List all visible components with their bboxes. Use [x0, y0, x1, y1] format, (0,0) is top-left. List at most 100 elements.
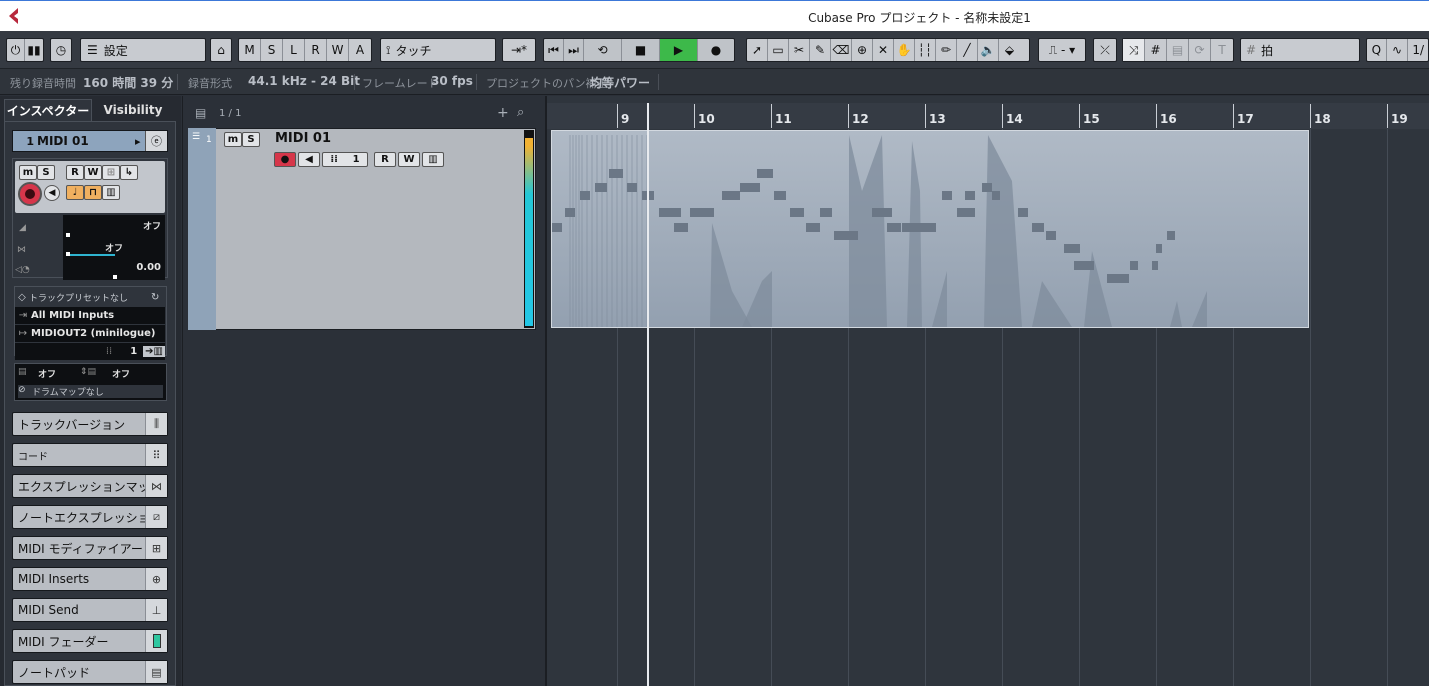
- bank-select[interactable]: ▤ オフ: [18, 367, 88, 380]
- section-notepad[interactable]: ノートパッド ▤: [12, 660, 168, 684]
- volume-handle[interactable]: [66, 233, 70, 237]
- grid-type-select[interactable]: # 拍: [1240, 38, 1360, 62]
- mute-button[interactable]: m: [19, 165, 37, 180]
- glue-tool[interactable]: ✎: [810, 39, 831, 61]
- section-midi-inserts[interactable]: MIDI Inserts ⊕: [12, 567, 168, 591]
- quantize-preset-select[interactable]: 1/: [1408, 39, 1428, 61]
- rec-format-value[interactable]: 44.1 kHz - 24 Bit: [248, 74, 360, 88]
- delay-handle[interactable]: [113, 275, 117, 279]
- activate-project-button[interactable]: ⏻ ▮▮: [6, 38, 44, 62]
- track-channel-select[interactable]: ⁞⁞ 1: [322, 152, 368, 167]
- lock-icon[interactable]: ⊓: [84, 185, 102, 200]
- read-button[interactable]: R: [305, 39, 327, 61]
- note-icon[interactable]: ♩: [66, 185, 84, 200]
- midi-part[interactable]: [551, 130, 1309, 328]
- midi-channel-select[interactable]: ⁞⁞ 1 ➔▥: [15, 343, 165, 360]
- track-color-strip[interactable]: ☰ 1: [188, 128, 216, 330]
- route-icon[interactable]: ↳: [120, 165, 138, 180]
- a-button[interactable]: A: [349, 39, 371, 61]
- program-select[interactable]: ⇕▤ オフ: [80, 367, 164, 380]
- track-mute-button[interactable]: m: [224, 132, 242, 147]
- delay-value[interactable]: 0.00: [67, 262, 161, 273]
- stop-button[interactable]: ■: [622, 39, 660, 61]
- track-solo-button[interactable]: S: [242, 132, 260, 147]
- nudge-select[interactable]: ⎍ - ▾: [1038, 38, 1086, 62]
- mute-tool[interactable]: ✕: [873, 39, 894, 61]
- write-button[interactable]: W: [327, 39, 349, 61]
- grid-toggle[interactable]: #: [1145, 39, 1167, 61]
- pan-handle[interactable]: [66, 252, 70, 256]
- section-note-expression[interactable]: ノートエクスプレッション⧄: [12, 505, 168, 529]
- events-toggle[interactable]: ▤: [1167, 39, 1189, 61]
- color-tool[interactable]: ⬙: [999, 39, 1020, 61]
- automation-mode-select[interactable]: ⟟ タッチ: [380, 38, 496, 62]
- pan-value[interactable]: オフ: [67, 241, 161, 254]
- track-list-menu-icon[interactable]: ▤: [195, 106, 206, 120]
- section-chords[interactable]: コード ⠿: [12, 443, 168, 467]
- keyboard-icon[interactable]: ➔▥: [143, 346, 165, 357]
- timewarp-tool[interactable]: ┆┆: [915, 39, 936, 61]
- pan-law-value[interactable]: 均等パワー: [590, 74, 650, 91]
- constrain-delay-button[interactable]: ◷: [50, 38, 72, 62]
- solo-all-button[interactable]: S: [261, 39, 283, 61]
- read-automation-button[interactable]: R: [66, 165, 84, 180]
- track-read-button[interactable]: R: [374, 152, 396, 167]
- mute-all-button[interactable]: M: [239, 39, 261, 61]
- track-write-button[interactable]: W: [398, 152, 420, 167]
- section-midi-send[interactable]: MIDI Send ⊥: [12, 598, 168, 622]
- output-routing-select[interactable]: ↦ MIDIOUT2 (minilogue): [15, 325, 165, 342]
- drum-map-select[interactable]: ⊘ ドラムマップなし: [18, 385, 163, 398]
- auto-scroll-toggle[interactable]: ⤫: [1093, 38, 1117, 62]
- section-midi-fader[interactable]: MIDI フェーダー: [12, 629, 168, 653]
- tab-visibility[interactable]: Visibility: [96, 99, 170, 121]
- framerate-value[interactable]: 30 fps: [431, 74, 473, 88]
- record-enable-button[interactable]: [18, 182, 42, 206]
- go-to-end-button[interactable]: ⏭: [564, 39, 584, 61]
- hand-tool[interactable]: ✋: [894, 39, 915, 61]
- quantize-button[interactable]: Q: [1367, 39, 1387, 61]
- object-selection-tool[interactable]: ➚: [747, 39, 768, 61]
- input-routing-select[interactable]: ⇥ All MIDI Inputs: [15, 307, 165, 324]
- write-automation-button[interactable]: W: [84, 165, 102, 180]
- track-record-button[interactable]: ●: [274, 152, 296, 167]
- window-zone-preset-select[interactable]: ☰ 設定: [80, 38, 206, 62]
- listen-button[interactable]: L: [283, 39, 305, 61]
- tab-inspector[interactable]: インスペクター: [4, 99, 92, 121]
- snap-toggle[interactable]: ⤨: [1123, 39, 1145, 61]
- autoscroll-button[interactable]: ⇥*: [502, 38, 536, 62]
- monitor-button[interactable]: ◀: [44, 185, 60, 201]
- ruler[interactable]: [547, 103, 1429, 129]
- inspector-track-header[interactable]: 1 MIDI 01 ▸ ⓔ: [12, 130, 168, 152]
- track-preset-select[interactable]: ◇ トラックプリセットなし ↻: [15, 289, 165, 306]
- lanes-icon[interactable]: ▥: [102, 185, 120, 200]
- iterative-quantize-button[interactable]: ∿: [1387, 39, 1409, 61]
- play-tool[interactable]: 🔈: [978, 39, 999, 61]
- range-selection-tool[interactable]: ▭: [768, 39, 789, 61]
- draw-tool[interactable]: ✏: [936, 39, 957, 61]
- search-icon[interactable]: ⌕: [517, 105, 524, 120]
- cycle-button[interactable]: ⟲: [584, 39, 622, 61]
- section-expression-map[interactable]: エクスプレッションマップ⋈: [12, 474, 168, 498]
- volume-value[interactable]: オフ: [67, 219, 161, 232]
- record-button[interactable]: ●: [698, 39, 734, 61]
- solo-button[interactable]: S: [37, 165, 55, 180]
- sync-toggle[interactable]: ⟳: [1189, 39, 1211, 61]
- section-midi-modifiers[interactable]: MIDI モディファイアー ⊞: [12, 536, 168, 560]
- zoom-tool[interactable]: ⊕: [852, 39, 873, 61]
- project-cursor[interactable]: [647, 103, 649, 686]
- erase-tool[interactable]: ⌫: [831, 39, 852, 61]
- go-to-start-button[interactable]: ⏮: [544, 39, 564, 61]
- play-button[interactable]: ▶: [660, 39, 698, 61]
- t-toggle[interactable]: T: [1211, 39, 1233, 61]
- insert-icon[interactable]: ⊞: [102, 165, 120, 180]
- workspace-button[interactable]: ⌂: [210, 38, 232, 62]
- add-track-icon[interactable]: +: [497, 105, 509, 121]
- midi-note: [1156, 244, 1162, 253]
- edit-channel-button[interactable]: ⓔ: [145, 131, 167, 151]
- line-tool[interactable]: ╱: [957, 39, 978, 61]
- track-lanes-button[interactable]: ▥: [422, 152, 444, 167]
- track-row-name[interactable]: MIDI 01: [275, 131, 331, 146]
- split-tool[interactable]: ✂: [789, 39, 810, 61]
- section-track-versions[interactable]: トラックバージョン ⫼: [12, 412, 168, 436]
- track-monitor-button[interactable]: ◀: [298, 152, 320, 167]
